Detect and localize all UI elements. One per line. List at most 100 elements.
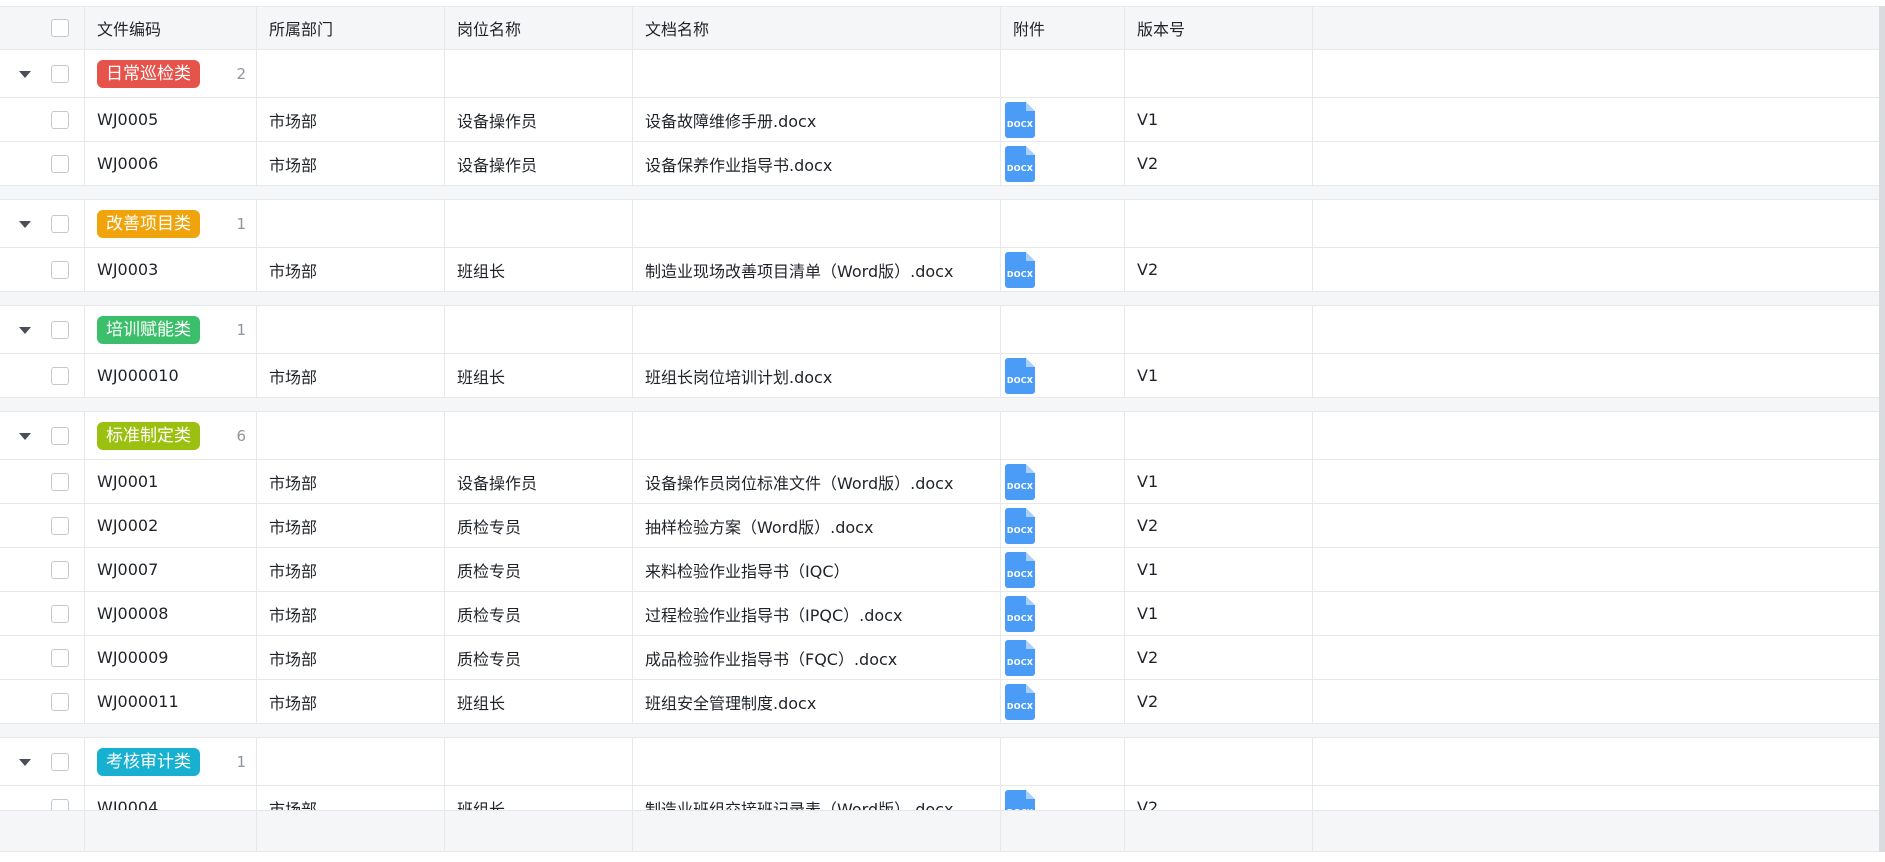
table-footer (0, 810, 1885, 852)
table-row[interactable]: WJ00008 市场部 质检专员 过程检验作业指导书（IPQC）.docx DOCX V1 (0, 592, 1885, 636)
row-select-cell (0, 636, 85, 679)
group-tag[interactable]: 培训赋能类 (97, 315, 200, 344)
table-row[interactable]: WJ0001 市场部 设备操作员 设备操作员岗位标准文件（Word版）.docx DOC… (0, 460, 1885, 504)
chevron-down-icon[interactable] (19, 220, 31, 228)
chevron-down-icon[interactable] (19, 326, 31, 334)
file-code-cell: WJ0007 (85, 548, 257, 591)
docx-icon-label: DOCX (1006, 657, 1034, 667)
group-label-cell: 改善项目类 1 (85, 200, 257, 247)
column-header-document-name[interactable]: 文档名称 (633, 7, 1001, 49)
file-code-cell: WJ000010 (85, 354, 257, 397)
chevron-down-icon[interactable] (19, 70, 31, 78)
docx-file-icon[interactable]: DOCX (1005, 357, 1035, 394)
table-row[interactable]: WJ0002 市场部 质检专员 抽样检验方案（Word版）.docx DOCX V2 (0, 504, 1885, 548)
group-checkbox[interactable] (51, 320, 69, 339)
attachment-cell: DOCX (1001, 504, 1125, 547)
docx-file-icon[interactable]: DOCX (1005, 595, 1035, 632)
version-cell: V1 (1125, 98, 1313, 141)
post-cell: 质检专员 (445, 636, 633, 679)
docx-file-icon[interactable]: DOCX (1005, 463, 1035, 500)
group-tag[interactable]: 标准制定类 (97, 421, 200, 450)
group-count: 2 (236, 64, 246, 83)
docx-file-icon[interactable]: DOCX (1005, 639, 1035, 676)
row-checkbox[interactable] (51, 110, 69, 129)
group-checkbox[interactable] (51, 426, 69, 445)
group-header-row[interactable]: 考核审计类 1 (0, 738, 1885, 786)
row-empty-cell (1313, 142, 1885, 185)
docx-file-icon[interactable]: DOCX (1005, 551, 1035, 588)
post-cell: 班组长 (445, 680, 633, 723)
group-checkbox[interactable] (51, 752, 69, 771)
version-cell: V2 (1125, 680, 1313, 723)
table-row[interactable]: WJ0003 市场部 班组长 制造业现场改善项目清单（Word版）.docx DOCX V… (0, 248, 1885, 292)
docx-file-icon[interactable]: DOCX (1005, 145, 1035, 182)
row-checkbox[interactable] (51, 560, 69, 579)
version-cell: V2 (1125, 504, 1313, 547)
docx-file-icon[interactable]: DOCX (1005, 507, 1035, 544)
group-checkbox[interactable] (51, 214, 69, 233)
row-checkbox[interactable] (51, 648, 69, 667)
row-checkbox[interactable] (51, 366, 69, 385)
vertical-scrollbar[interactable] (1879, 6, 1885, 852)
group-separator (0, 186, 1885, 200)
group-empty-cell (1125, 200, 1313, 247)
table-row[interactable]: WJ0005 市场部 设备操作员 设备故障维修手册.docx DOCX V1 (0, 98, 1885, 142)
chevron-down-icon[interactable] (19, 432, 31, 440)
column-header-department[interactable]: 所属部门 (257, 7, 445, 49)
group-select-cell (0, 738, 85, 785)
file-code-cell: WJ0006 (85, 142, 257, 185)
group-header-row[interactable]: 培训赋能类 1 (0, 306, 1885, 354)
group-tag[interactable]: 日常巡检类 (97, 59, 200, 88)
version-cell: V2 (1125, 142, 1313, 185)
group-count: 6 (236, 426, 246, 445)
group-empty-cell (633, 50, 1001, 97)
footer-cell (1001, 811, 1125, 851)
document-name-cell: 制造业现场改善项目清单（Word版）.docx (633, 248, 1001, 291)
department-cell: 市场部 (257, 504, 445, 547)
row-empty-cell (1313, 98, 1885, 141)
row-empty-cell (1313, 592, 1885, 635)
row-checkbox[interactable] (51, 516, 69, 535)
group-empty-cell (633, 306, 1001, 353)
table-row[interactable]: WJ0006 市场部 设备操作员 设备保养作业指导书.docx DOCX V2 (0, 142, 1885, 186)
column-header-attachment[interactable]: 附件 (1001, 7, 1125, 49)
column-header-version[interactable]: 版本号 (1125, 7, 1313, 49)
group-empty-cell (1001, 738, 1125, 785)
docx-icon-label: DOCX (1006, 119, 1034, 129)
docx-file-icon[interactable]: DOCX (1005, 683, 1035, 720)
table-row[interactable]: WJ000010 市场部 班组长 班组长岗位培训计划.docx DOCX V1 (0, 354, 1885, 398)
table-row[interactable]: WJ00009 市场部 质检专员 成品检验作业指导书（FQC）.docx DOCX V2 (0, 636, 1885, 680)
table-row[interactable]: WJ0007 市场部 质检专员 来料检验作业指导书（IQC） DOCX V1 (0, 548, 1885, 592)
group-header-row[interactable]: 日常巡检类 2 (0, 50, 1885, 98)
column-header-file-code[interactable]: 文件编码 (85, 7, 257, 49)
group-separator (0, 398, 1885, 412)
select-all-checkbox[interactable] (51, 19, 69, 37)
group-header-row[interactable]: 改善项目类 1 (0, 200, 1885, 248)
group-empty-cell (633, 412, 1001, 459)
row-checkbox[interactable] (51, 604, 69, 623)
attachment-cell: DOCX (1001, 636, 1125, 679)
attachment-cell: DOCX (1001, 248, 1125, 291)
group-empty-cell (257, 50, 445, 97)
row-checkbox[interactable] (51, 692, 69, 711)
row-select-cell (0, 680, 85, 723)
group-tag[interactable]: 改善项目类 (97, 209, 200, 238)
post-cell: 班组长 (445, 248, 633, 291)
docx-file-icon[interactable]: DOCX (1005, 251, 1035, 288)
group-checkbox[interactable] (51, 64, 69, 83)
row-checkbox[interactable] (51, 260, 69, 279)
column-header-post[interactable]: 岗位名称 (445, 7, 633, 49)
footer-cell (445, 811, 633, 851)
group-header-row[interactable]: 标准制定类 6 (0, 412, 1885, 460)
document-name-cell: 班组安全管理制度.docx (633, 680, 1001, 723)
row-checkbox[interactable] (51, 154, 69, 173)
table-row[interactable]: WJ000011 市场部 班组长 班组安全管理制度.docx DOCX V2 (0, 680, 1885, 724)
row-checkbox[interactable] (51, 472, 69, 491)
docx-icon-label: DOCX (1006, 375, 1034, 385)
group-tag[interactable]: 考核审计类 (97, 747, 200, 776)
group-empty-cell (1125, 50, 1313, 97)
chevron-down-icon[interactable] (19, 758, 31, 766)
group-empty-cell (257, 738, 445, 785)
group-label-cell: 标准制定类 6 (85, 412, 257, 459)
docx-file-icon[interactable]: DOCX (1005, 101, 1035, 138)
